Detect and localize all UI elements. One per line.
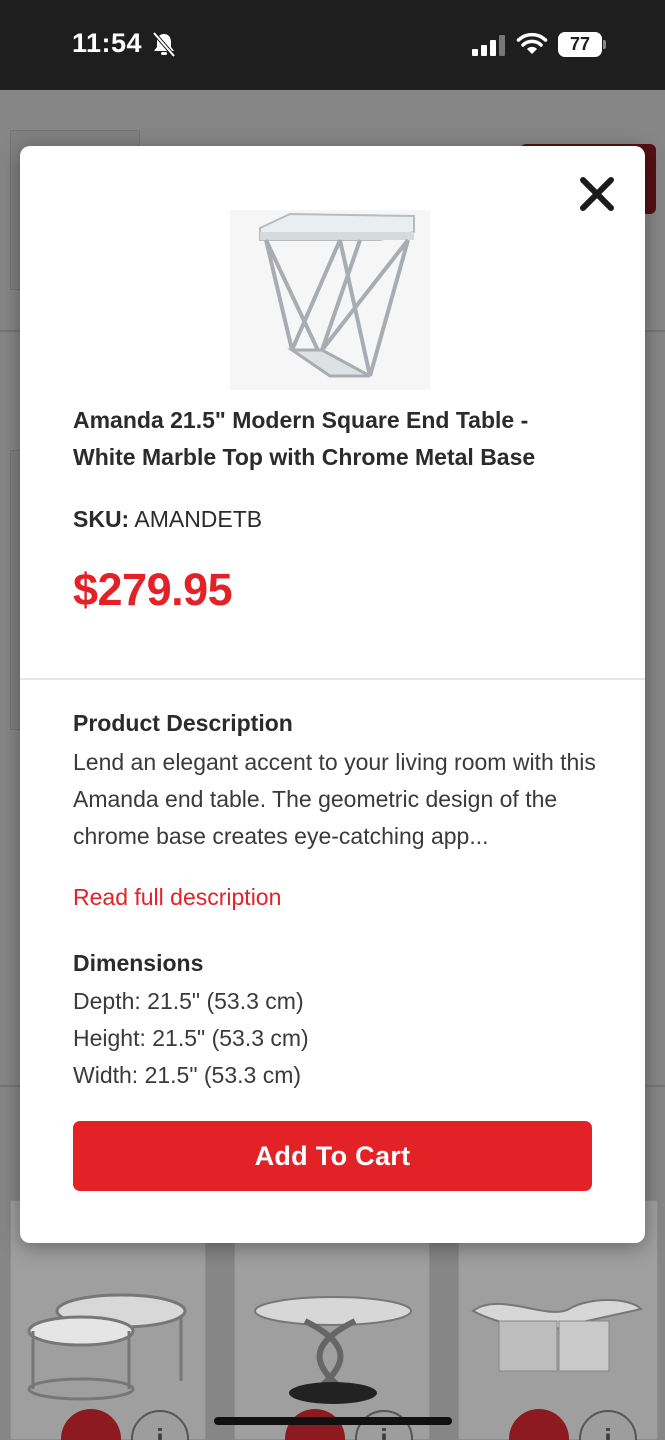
add-to-cart-button[interactable]: Add To Cart (73, 1121, 592, 1191)
dimension-width: Width: 21.5" (53.3 cm) (73, 1062, 302, 1088)
product-quick-view-modal: Amanda 21.5" Modern Square End Table - W… (20, 146, 645, 1243)
home-indicator[interactable] (214, 1417, 452, 1425)
wifi-icon (516, 32, 548, 54)
battery-icon: 77 (558, 32, 606, 57)
sku-label: SKU: (73, 506, 130, 532)
dimension-height: Height: 21.5" (53.3 cm) (73, 1025, 309, 1051)
dimensions-heading: Dimensions (73, 950, 204, 976)
bell-muted-icon (152, 31, 176, 58)
description-heading: Product Description (73, 710, 293, 736)
product-title: Amanda 21.5" Modern Square End Table - W… (73, 407, 536, 470)
sku-value: AMANDETB (134, 506, 263, 532)
status-bar: 11:54 77 (0, 0, 665, 90)
description-text: Lend an elegant accent to your living ro… (73, 749, 596, 849)
dimension-depth: Depth: 21.5" (53.3 cm) (73, 988, 304, 1014)
battery-level: 77 (558, 32, 602, 57)
signal-icon (472, 35, 505, 56)
sku-line: SKU: AMANDETB (73, 506, 262, 533)
nesting-table-image (27, 1293, 187, 1401)
section-divider (20, 678, 645, 680)
status-time: 11:54 (72, 28, 143, 58)
close-icon[interactable] (577, 174, 617, 214)
read-full-description-link[interactable]: Read full description (73, 884, 281, 911)
product-price: $279.95 (73, 564, 233, 615)
product-image (230, 210, 430, 390)
